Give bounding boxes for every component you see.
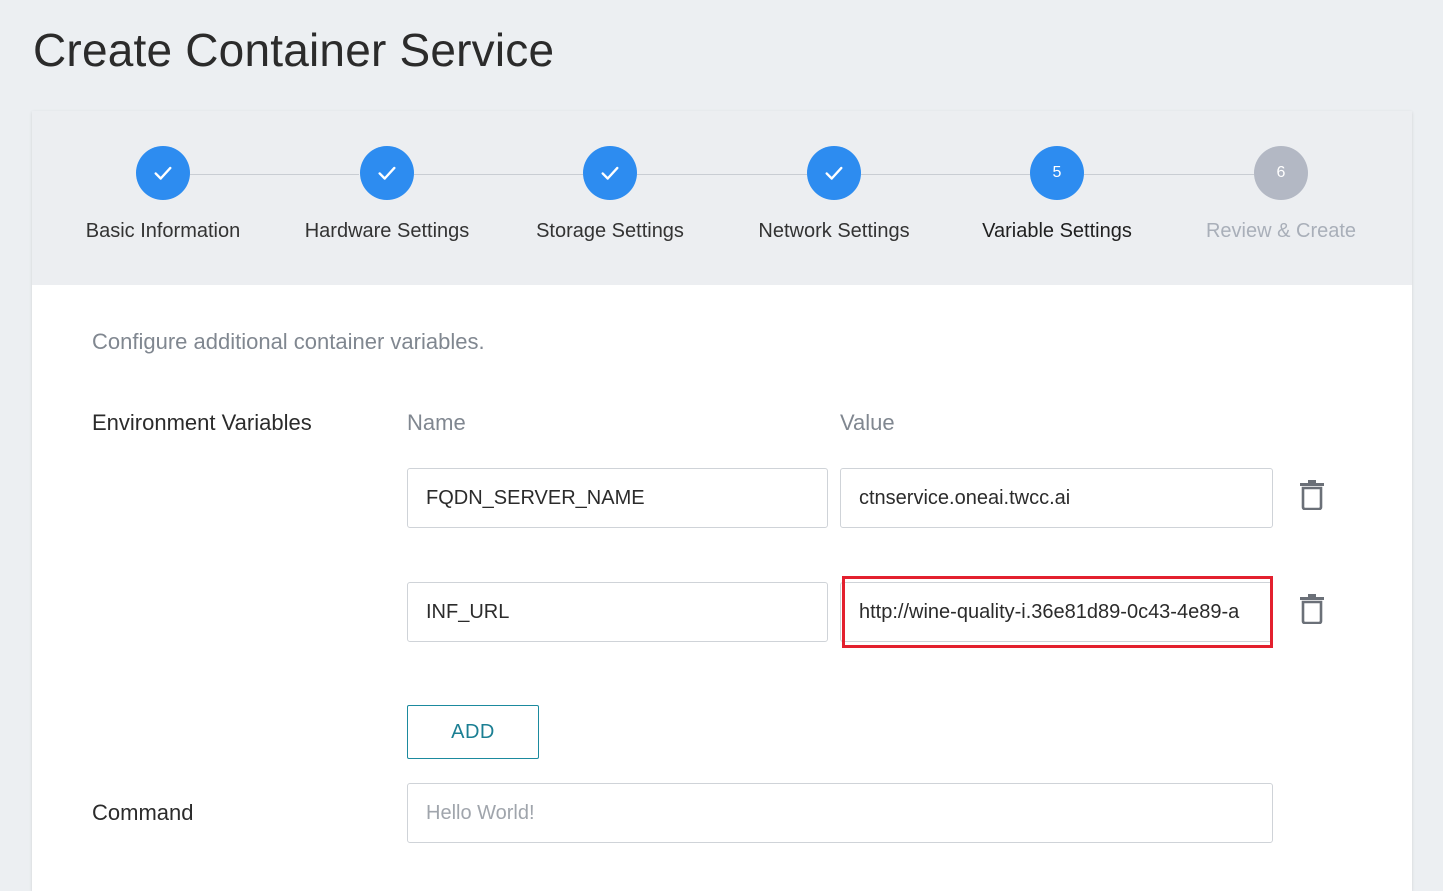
value-column-header: Value xyxy=(840,410,895,435)
trash-icon xyxy=(1300,594,1324,624)
step-label: Variable Settings xyxy=(982,220,1132,242)
form-card: Basic Information Hardware Settings Stor… xyxy=(32,111,1412,891)
delete-env-button[interactable] xyxy=(1297,477,1327,513)
step-variable-settings[interactable]: 5 Variable Settings xyxy=(947,146,1167,243)
delete-env-button[interactable] xyxy=(1297,591,1327,627)
name-column-header: Name xyxy=(407,410,466,435)
step-label: Review & Create xyxy=(1205,220,1357,242)
command-label: Command xyxy=(92,800,194,825)
step-label: Storage Settings xyxy=(536,220,684,242)
step-basic-information[interactable]: Basic Information xyxy=(53,146,273,243)
step-storage-settings[interactable]: Storage Settings xyxy=(500,146,720,243)
check-icon xyxy=(154,166,172,180)
step-network-settings[interactable]: Network Settings xyxy=(724,146,944,243)
step-hardware-settings[interactable]: Hardware Settings xyxy=(277,146,497,243)
environment-variables-label: Environment Variables xyxy=(92,410,312,435)
env-name-input[interactable] xyxy=(407,582,828,642)
add-env-button[interactable]: ADD xyxy=(407,705,539,759)
step-label: Hardware Settings xyxy=(304,220,470,242)
command-input[interactable] xyxy=(407,783,1273,843)
step-check-circle xyxy=(583,146,637,200)
check-icon xyxy=(825,166,843,180)
step-number-circle: 6 xyxy=(1254,146,1308,200)
trash-icon xyxy=(1300,480,1324,510)
env-name-input[interactable] xyxy=(407,468,828,528)
step-number-circle: 5 xyxy=(1030,146,1084,200)
section-description: Configure additional container variables… xyxy=(92,329,485,354)
env-value-input[interactable] xyxy=(840,582,1273,642)
check-icon xyxy=(601,166,619,180)
step-check-circle xyxy=(360,146,414,200)
step-label: Network Settings xyxy=(758,220,910,242)
page-title: Create Container Service xyxy=(33,24,555,76)
step-check-circle xyxy=(136,146,190,200)
stepper: Basic Information Hardware Settings Stor… xyxy=(32,111,1412,285)
step-review-create: 6 Review & Create xyxy=(1171,146,1391,243)
check-icon xyxy=(378,166,396,180)
step-check-circle xyxy=(807,146,861,200)
step-label: Basic Information xyxy=(85,220,241,242)
env-value-input[interactable] xyxy=(840,468,1273,528)
